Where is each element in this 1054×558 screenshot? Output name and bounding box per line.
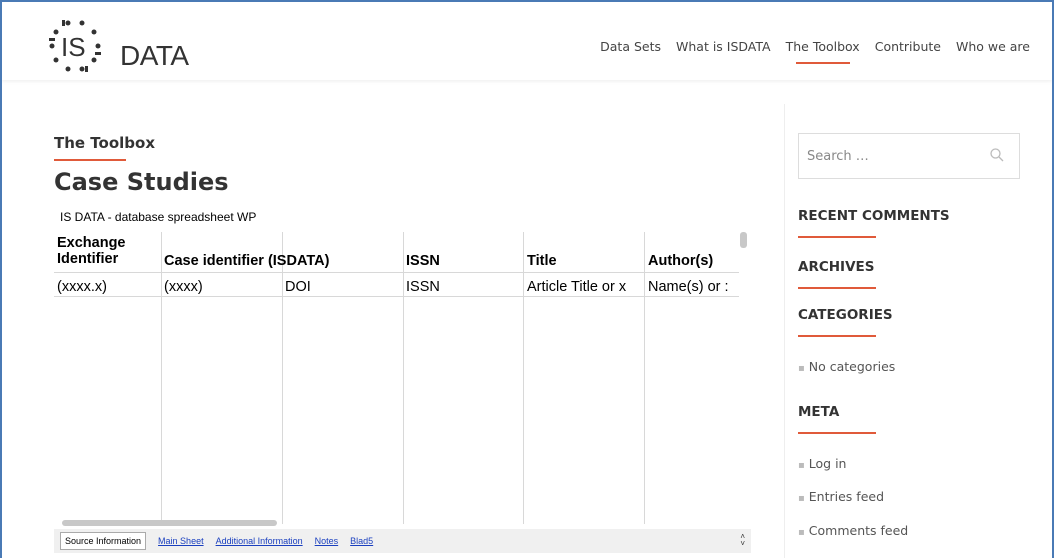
header-issn[interactable]: ISSN <box>406 253 440 269</box>
site-header: IS DATA Data Sets What is ISDATA The Too… <box>2 2 1052 80</box>
column-divider <box>161 232 162 524</box>
nav-data-sets[interactable]: Data Sets <box>600 39 661 54</box>
tab-source-information[interactable]: Source Information <box>60 532 147 550</box>
sheet-tabs: Source Information Main Sheet Additional… <box>54 529 751 553</box>
meta-entries-feed-link[interactable]: Entries feed <box>809 489 884 504</box>
spreadsheet-caption: IS DATA - database spreadsheet WP <box>60 210 257 224</box>
list-item[interactable]: ▪ Entries feed <box>798 489 884 504</box>
bullet-icon: ▪ <box>798 527 805 538</box>
list-item[interactable]: ▪ Comments feed <box>798 523 908 538</box>
logo-mark-text: IS <box>61 32 86 62</box>
sidebar: RECENT COMMENTS ARCHIVES CATEGORIES ▪No … <box>784 104 1052 558</box>
cell-case-identifier[interactable]: (xxxx) <box>164 279 279 295</box>
bullet-icon: ▪ <box>798 460 805 471</box>
tab-additional-information[interactable]: Additional Information <box>216 536 303 546</box>
cell-title[interactable]: Article Title or x <box>527 279 643 295</box>
header-exchange-identifier[interactable]: Exchange Identifier <box>57 235 157 267</box>
cell-doi[interactable]: DOI <box>285 279 400 295</box>
search-box[interactable] <box>798 133 1020 179</box>
widget-underline <box>798 335 876 337</box>
widget-underline <box>798 236 876 238</box>
header-title[interactable]: Title <box>527 253 557 269</box>
list-item[interactable]: ▪ Log in <box>798 456 846 471</box>
archives-heading: ARCHIVES <box>798 259 875 275</box>
column-divider <box>282 232 283 524</box>
spreadsheet-grid[interactable]: Exchange Identifier Case identifier (ISD… <box>54 232 739 524</box>
horizontal-scrollbar[interactable] <box>62 520 277 526</box>
meta-heading: META <box>798 404 840 420</box>
bullet-icon: ▪ <box>798 363 805 374</box>
column-divider <box>403 232 404 524</box>
widget-underline <box>798 287 876 289</box>
column-divider <box>523 232 524 524</box>
breadcrumb-underline <box>54 159 126 161</box>
header-case-identifier[interactable]: Case identifier (ISDATA) <box>164 253 329 269</box>
vertical-scrollbar[interactable] <box>740 232 747 248</box>
meta-comments-feed-link[interactable]: Comments feed <box>809 523 908 538</box>
site-logo[interactable]: IS DATA <box>38 16 189 76</box>
logo-text: DATA <box>120 40 189 71</box>
row-divider <box>54 272 739 273</box>
tab-notes[interactable]: Notes <box>315 536 339 546</box>
widget-underline <box>798 432 876 434</box>
nav-who-we-are[interactable]: Who we are <box>956 39 1030 54</box>
main-content: The Toolbox Case Studies <box>54 134 754 196</box>
recent-comments-heading: RECENT COMMENTS <box>798 208 950 224</box>
page-title: Case Studies <box>54 168 229 196</box>
header-authors[interactable]: Author(s) <box>648 253 713 269</box>
column-divider <box>644 232 645 524</box>
cell-exchange-identifier[interactable]: (xxxx.x) <box>57 279 159 295</box>
tab-blad5[interactable]: Blad5 <box>350 536 373 546</box>
meta-login-link[interactable]: Log in <box>809 456 847 471</box>
cell-issn[interactable]: ISSN <box>406 279 521 295</box>
bullet-icon: ▪ <box>798 493 805 504</box>
main-nav: Data Sets What is ISDATA The Toolbox Con… <box>600 39 1030 64</box>
categories-heading: CATEGORIES <box>798 307 893 323</box>
browser-frame: IS DATA Data Sets What is ISDATA The Too… <box>0 0 1054 558</box>
embedded-spreadsheet[interactable]: IS DATA - database spreadsheet WP Exchan… <box>54 208 751 553</box>
list-item: ▪ No categories <box>798 359 895 374</box>
breadcrumb[interactable]: The Toolbox <box>54 134 754 152</box>
no-categories-text: No categories <box>808 359 896 374</box>
nav-the-toolbox[interactable]: The Toolbox <box>786 39 860 64</box>
tab-main-sheet[interactable]: Main Sheet <box>158 536 204 546</box>
nav-contribute[interactable]: Contribute <box>875 39 941 54</box>
search-input[interactable] <box>799 134 979 178</box>
search-icon[interactable] <box>989 147 1005 163</box>
tab-scroll-arrows-icon[interactable]: ˄ ˅ <box>740 533 745 548</box>
cell-authors[interactable]: Name(s) or : <box>648 279 736 295</box>
row-divider <box>54 296 739 297</box>
logo-emblem-icon: IS <box>49 20 101 72</box>
nav-what-is-isdata[interactable]: What is ISDATA <box>676 39 771 54</box>
